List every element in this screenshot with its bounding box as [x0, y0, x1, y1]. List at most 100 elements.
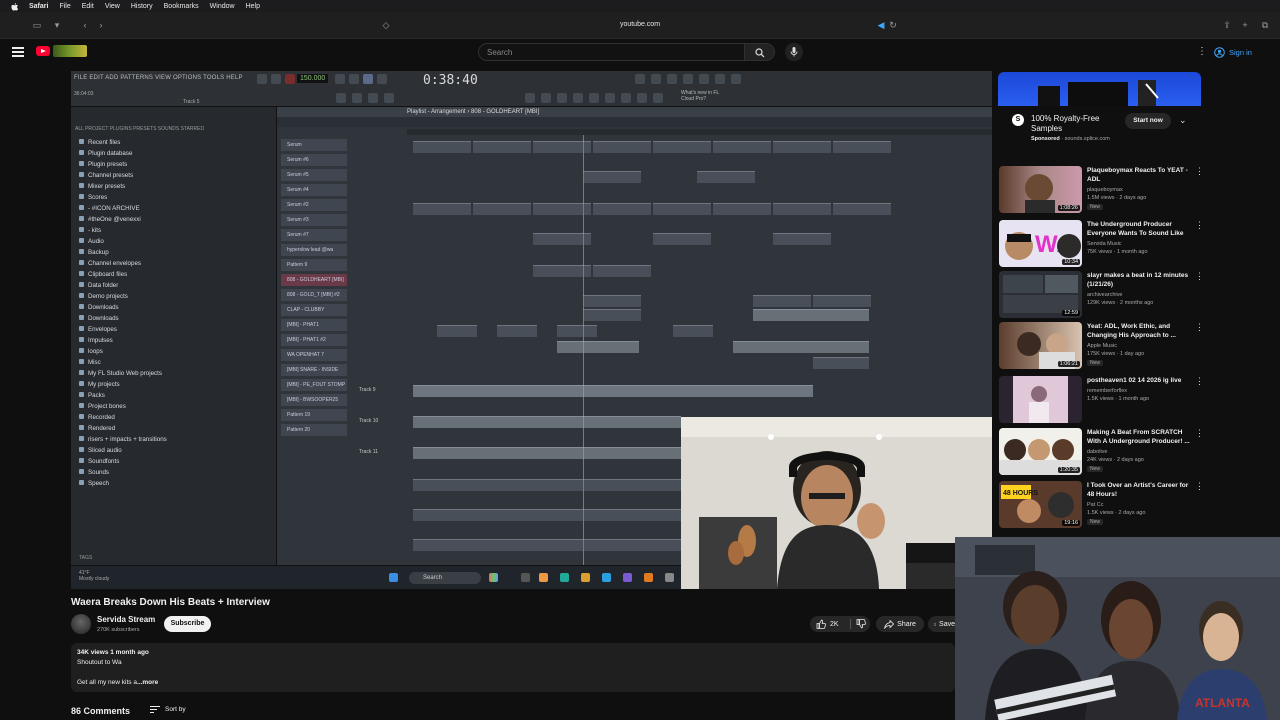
sponsored-ad[interactable]: S 100% Royalty-Free Samples Sponsored · … [998, 72, 1201, 152]
video-title[interactable]: slayr makes a beat in 12 minutes (1/21/2… [1087, 271, 1192, 289]
more-actions-icon[interactable]: ⋮ [1195, 271, 1204, 282]
recommended-video[interactable]: 1:20:35 Making A Beat From SCRATCH With … [999, 428, 1209, 478]
video-title[interactable]: postheaven1 02 14 2026 ig live [1087, 376, 1192, 385]
browser-item: Audio [79, 238, 104, 245]
video-title[interactable]: The Underground Producer Everyone Wants … [1087, 220, 1192, 238]
video-title[interactable]: Making A Beat From SCRATCH With A Underg… [1087, 428, 1192, 446]
view-count: 75K views · 1 month ago [1087, 249, 1148, 255]
picker-item: Serum #6 [281, 154, 347, 166]
ad-title[interactable]: 100% Royalty-Free Samples [1031, 114, 1126, 134]
menu-bookmarks[interactable]: Bookmarks [164, 3, 199, 10]
browser-item: Scores [79, 194, 107, 201]
menu-help[interactable]: Help [246, 3, 260, 10]
share-button[interactable]: Share [876, 616, 924, 632]
browser-item: Plugin presets [79, 161, 127, 168]
recommended-video[interactable]: 1:06:21 Yeat: ADL, Work Ethic, and Chang… [999, 322, 1209, 372]
playlist-toolbar [277, 117, 992, 127]
new-tab-icon[interactable]: + [1240, 20, 1250, 30]
more-actions-icon[interactable]: ⋮ [1195, 376, 1204, 387]
menu-hamburger-icon[interactable] [12, 47, 24, 57]
video-thumbnail[interactable]: WA 10:34 [999, 220, 1082, 267]
more-actions-icon[interactable]: ⋮ [1195, 166, 1204, 177]
channel-name[interactable]: dabolive [1087, 449, 1108, 455]
clip [813, 357, 869, 369]
more-link[interactable]: ...more [137, 679, 158, 686]
video-title[interactable]: Yeat: ADL, Work Ethic, and Changing His … [1087, 322, 1192, 340]
recommended-video[interactable]: 1:08:26 Plaqueboymax Reacts To YEAT - AD… [999, 166, 1209, 216]
video-title[interactable]: Plaqueboymax Reacts To YEAT - ADL [1087, 166, 1192, 184]
sort-by-button[interactable]: Sort by [150, 706, 186, 713]
channel-name[interactable]: Servida Stream [97, 615, 155, 624]
menu-app-name[interactable]: Safari [29, 3, 48, 10]
view-count: 24K views · 2 days ago [1087, 457, 1144, 463]
search-input[interactable]: Search [478, 43, 745, 61]
more-actions-icon[interactable]: ⋮ [1195, 322, 1204, 333]
reload-icon[interactable]: ↻ [888, 20, 898, 30]
recommended-video[interactable]: WA 10:34 The Underground Producer Everyo… [999, 220, 1209, 270]
menu-file[interactable]: File [59, 3, 70, 10]
channel-name[interactable]: archivearchive [1087, 292, 1122, 298]
apple-menu-icon[interactable] [10, 2, 19, 11]
recommended-video[interactable]: postheaven1 02 14 2026 ig live rememberf… [999, 376, 1209, 426]
search-button[interactable] [745, 43, 775, 61]
more-actions-icon[interactable]: ⋮ [1195, 428, 1204, 439]
clip [733, 341, 869, 353]
address-bar[interactable]: youtube.com [0, 21, 1280, 28]
menu-view[interactable]: View [105, 3, 120, 10]
video-title[interactable]: I Took Over an Artist's Career for 48 Ho… [1087, 481, 1192, 499]
svg-text:48 HOURS: 48 HOURS [1003, 490, 1038, 497]
picker-item: Serum #5 [281, 169, 347, 181]
more-actions-icon[interactable]: ⋮ [1195, 220, 1204, 231]
video-thumbnail[interactable]: 1:06:21 [999, 322, 1082, 369]
video-thumbnail[interactable]: 1:08:26 [999, 166, 1082, 213]
menu-edit[interactable]: Edit [82, 3, 94, 10]
video-description[interactable]: 34K views 1 month ago Shoutout to Wa Get… [71, 643, 955, 692]
browser-item: Soundfonts [79, 458, 119, 465]
video-thumbnail[interactable]: 1:20:35 [999, 428, 1082, 475]
fl-window-icon [525, 93, 535, 103]
menu-window[interactable]: Window [210, 3, 235, 10]
recommended-video[interactable]: 48 HOURS 19:16 I Took Over an Artist's C… [999, 481, 1209, 531]
browser-item: My projects [79, 381, 120, 388]
video-thumbnail[interactable]: 48 HOURS 19:16 [999, 481, 1082, 528]
tab-overview-icon[interactable]: ⧉ [1260, 20, 1270, 30]
chevron-down-icon[interactable]: ⌄ [1179, 115, 1187, 126]
channel-avatar[interactable] [71, 614, 91, 634]
channel-name[interactable]: plaqueboymax [1087, 187, 1123, 193]
youtube-logo-icon[interactable] [36, 46, 50, 56]
share-icon[interactable]: ⇪ [1222, 20, 1232, 30]
view-count: 1.5K views · 2 days ago [1087, 510, 1146, 516]
video-player[interactable]: FILE EDIT ADD PATTERNS VIEW OPTIONS TOOL… [71, 71, 992, 589]
sign-in-button[interactable]: Sign in [1214, 43, 1252, 61]
thumbs-down-icon[interactable] [856, 619, 866, 629]
video-thumbnail[interactable]: 12:59 [999, 271, 1082, 318]
clip [437, 325, 477, 337]
clip [583, 309, 641, 321]
clip [473, 141, 531, 153]
thumbs-up-icon [816, 619, 826, 629]
more-actions-icon[interactable]: ⋮ [1195, 481, 1204, 492]
like-button[interactable]: 2K [816, 619, 852, 629]
save-button[interactable]: Save [928, 616, 955, 632]
settings-more-icon[interactable]: ⋮ [1197, 46, 1207, 58]
menu-history[interactable]: History [131, 3, 153, 10]
channel-name[interactable]: Pat Cc [1087, 502, 1104, 508]
subscribe-button[interactable]: Subscribe [164, 616, 211, 632]
ad-cta-button[interactable]: Start now [1125, 113, 1171, 129]
browser-item: Recent files [79, 139, 120, 146]
youtube-doodle-logo[interactable] [53, 45, 87, 57]
clip [413, 539, 681, 551]
channel-name[interactable]: rememberforflex [1087, 388, 1127, 394]
view-count: 1.5K views · 1 month ago [1087, 396, 1150, 402]
voice-search-button[interactable] [785, 43, 803, 61]
audio-playing-icon[interactable]: ◀ [876, 20, 886, 30]
recommended-video[interactable]: 12:59 slayr makes a beat in 12 minutes (… [999, 271, 1209, 321]
view-count: 129K views · 2 months ago [1087, 300, 1154, 306]
video-thumbnail[interactable] [999, 376, 1082, 423]
channel-name[interactable]: Servida Music [1087, 241, 1122, 247]
fl-pattern-icon [349, 74, 359, 84]
channel-name[interactable]: Apple Music [1087, 343, 1117, 349]
clip [413, 141, 471, 153]
ad-banner-image[interactable] [998, 72, 1201, 106]
video-duration: 12:59 [1062, 310, 1080, 316]
